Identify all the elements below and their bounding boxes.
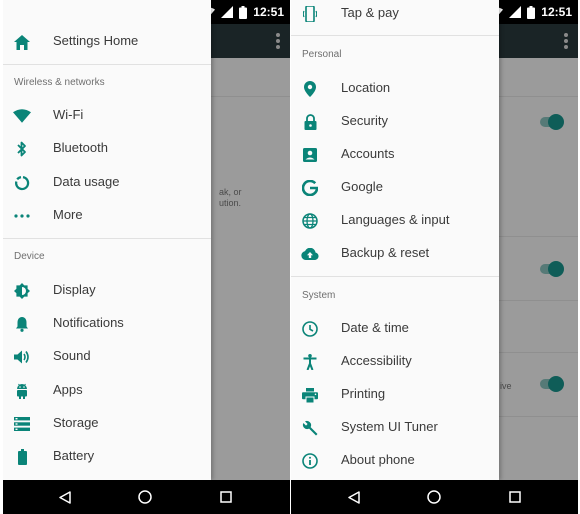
status-time: 12:51 — [253, 5, 284, 19]
drawer-item-label: Display — [53, 282, 96, 297]
drawer-item-system-ui-tuner[interactable]: System UI Tuner — [291, 411, 499, 444]
back-button[interactable] — [57, 489, 73, 505]
background-text: ak, or — [219, 187, 242, 197]
background-toggle — [536, 261, 564, 277]
wifi-icon — [13, 107, 31, 125]
account-box-icon — [301, 146, 319, 164]
overflow-menu-icon — [564, 33, 568, 51]
drawer-item-display[interactable]: Display — [3, 274, 211, 307]
background-toggle — [536, 114, 564, 130]
lock-icon — [301, 113, 319, 131]
drawer-item-label: Sound — [53, 348, 91, 363]
background-text: ution. — [219, 198, 242, 208]
drawer-item-notifications[interactable]: Notifications — [3, 307, 211, 340]
drawer-item-label: Accounts — [341, 146, 395, 161]
section-header-device: Device — [14, 251, 45, 262]
drawer-item-label: Data usage — [53, 174, 120, 189]
drawer-item-backup-reset[interactable]: Backup & reset — [291, 237, 499, 270]
drawer-item-label: Printing — [341, 386, 386, 401]
navigation-bar — [291, 480, 578, 514]
background-text: ive — [500, 381, 512, 391]
drawer-item-accounts[interactable]: Accounts — [291, 138, 499, 171]
drawer-item-more[interactable]: More — [3, 199, 211, 232]
section-header-personal: Personal — [302, 49, 342, 60]
home-icon — [13, 33, 31, 51]
drawer-item-printing[interactable]: Printing — [291, 378, 499, 411]
tap-pay-icon — [301, 5, 319, 23]
drawer-item-location[interactable]: Location — [291, 72, 499, 105]
battery-icon — [13, 448, 31, 466]
drawer-item-wifi[interactable]: Wi-Fi — [3, 99, 211, 132]
background-toggle — [536, 376, 564, 392]
drawer-item-label: About phone — [341, 452, 415, 467]
navigation-bar — [3, 480, 290, 514]
drawer-item-label: Date & time — [341, 320, 409, 335]
bluetooth-icon — [13, 140, 31, 158]
cell-signal-icon — [221, 6, 234, 18]
drawer-item-label: Battery — [53, 448, 95, 463]
recents-button[interactable] — [218, 489, 234, 505]
drawer-item-label: Wi-Fi — [53, 107, 84, 122]
drawer-item-storage[interactable]: Storage — [3, 407, 211, 440]
drawer-item-bluetooth[interactable]: Bluetooth — [3, 132, 211, 165]
drawer-item-label: Tap & pay — [341, 5, 399, 20]
accessibility-icon — [301, 353, 319, 371]
drawer-item-label: Settings Home — [53, 33, 139, 48]
battery-status-icon — [239, 5, 248, 19]
drawer-item-label: Accessibility — [341, 353, 412, 368]
drawer-item-google[interactable]: Google — [291, 171, 499, 204]
drawer-item-languages[interactable]: Languages & input — [291, 204, 499, 237]
clock-icon — [301, 320, 319, 338]
more-horizontal-icon — [13, 207, 31, 225]
drawer-item-tap-pay[interactable]: Tap & pay — [291, 0, 499, 30]
home-button[interactable] — [137, 489, 153, 505]
drawer-item-security[interactable]: Security — [291, 105, 499, 138]
back-button[interactable] — [346, 489, 362, 505]
cloud-upload-icon — [301, 245, 319, 263]
phone-screen-left: 12:51 ak, or ution. Settings Home Wirele… — [3, 0, 290, 514]
drawer-item-date-time[interactable]: Date & time — [291, 312, 499, 345]
drawer-item-settings-home[interactable]: Settings Home — [3, 25, 211, 58]
wrench-icon — [301, 419, 319, 437]
drawer-item-label: Backup & reset — [341, 245, 430, 260]
phone-screen-right: 12:51 ive Tap & pay Personal Location Se… — [291, 0, 578, 514]
drawer-item-sound[interactable]: Sound — [3, 340, 211, 373]
overflow-menu-icon — [276, 33, 280, 51]
drawer-item-label: Security — [341, 113, 388, 128]
drawer-item-about-phone[interactable]: About phone — [291, 444, 499, 477]
drawer-item-label: Google — [341, 179, 383, 194]
cell-signal-icon — [509, 6, 522, 18]
recents-button[interactable] — [507, 489, 523, 505]
bell-icon — [13, 315, 31, 333]
drawer-item-label: Storage — [53, 415, 99, 430]
info-icon — [301, 452, 319, 470]
navigation-drawer: Settings Home Wireless & networks Wi-Fi … — [3, 0, 211, 480]
navigation-drawer: Tap & pay Personal Location Security Acc… — [291, 0, 499, 480]
android-icon — [13, 382, 31, 400]
section-header-wireless: Wireless & networks — [14, 77, 105, 88]
drawer-item-apps[interactable]: Apps — [3, 374, 211, 407]
volume-icon — [13, 348, 31, 366]
location-pin-icon — [301, 80, 319, 98]
google-icon — [301, 179, 319, 197]
printer-icon — [301, 386, 319, 404]
drawer-item-label: Location — [341, 80, 391, 95]
drawer-item-accessibility[interactable]: Accessibility — [291, 345, 499, 378]
drawer-item-label: Apps — [53, 382, 83, 397]
drawer-item-battery[interactable]: Battery — [3, 440, 211, 473]
brightness-icon — [13, 282, 31, 300]
drawer-item-label: Languages & input — [341, 212, 450, 227]
drawer-item-label: More — [53, 207, 83, 222]
drawer-item-data-usage[interactable]: Data usage — [3, 166, 211, 199]
section-header-system: System — [302, 290, 336, 301]
home-button[interactable] — [426, 489, 442, 505]
drawer-item-label: Bluetooth — [53, 140, 108, 155]
drawer-item-label: Notifications — [53, 315, 124, 330]
battery-status-icon — [527, 5, 536, 19]
storage-icon — [13, 415, 31, 433]
drawer-item-label: System UI Tuner — [341, 419, 438, 434]
data-usage-icon — [13, 174, 31, 192]
globe-icon — [301, 212, 319, 230]
status-time: 12:51 — [541, 5, 572, 19]
